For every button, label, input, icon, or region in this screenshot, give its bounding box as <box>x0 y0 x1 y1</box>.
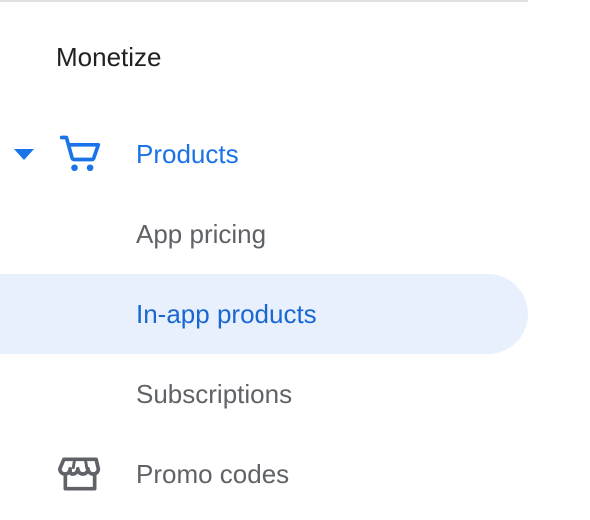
side-navigation: Monetize Products App pricing In-app pro… <box>0 0 590 520</box>
section-title: Monetize <box>56 42 162 72</box>
caret-down-icon[interactable] <box>12 146 36 162</box>
nav-item-label: Products <box>136 139 239 169</box>
top-divider <box>0 0 528 2</box>
nav-item-label: Subscriptions <box>136 379 293 409</box>
nav-item-label: App pricing <box>136 219 267 249</box>
nav-item-label: Promo codes <box>136 459 290 489</box>
storefront-icon <box>58 457 101 491</box>
nav-item-products[interactable]: Products <box>0 114 528 194</box>
nav-item-in-app-products[interactable]: In-app products <box>0 274 528 354</box>
nav-item-promo-codes[interactable]: Promo codes <box>0 434 528 514</box>
nav-item-label: In-app products <box>136 299 317 329</box>
shopping-cart-icon <box>59 135 101 172</box>
nav-item-subscriptions[interactable]: Subscriptions <box>0 354 528 434</box>
nav-item-app-pricing[interactable]: App pricing <box>0 194 528 274</box>
